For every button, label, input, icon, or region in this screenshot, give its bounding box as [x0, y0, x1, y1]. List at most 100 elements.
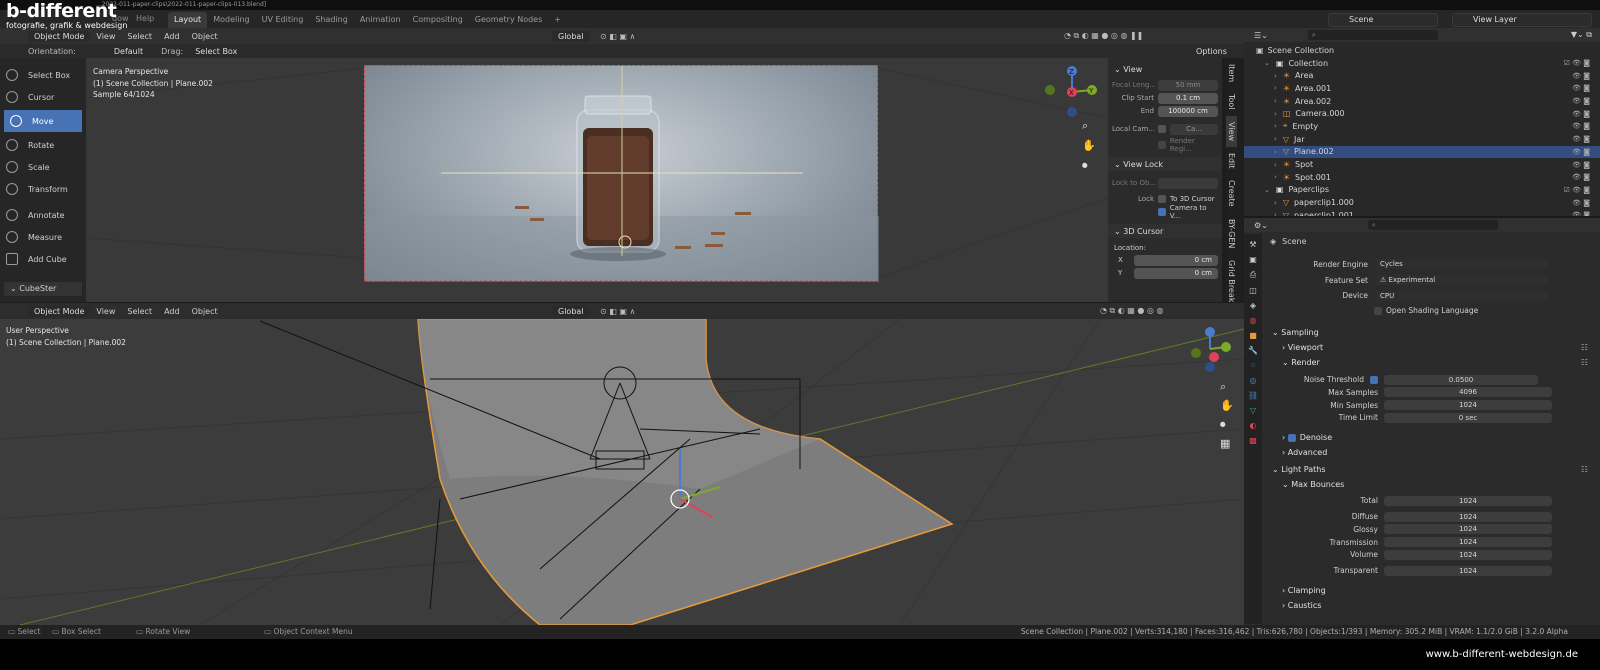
tab-uv-editing[interactable]: UV Editing	[256, 12, 310, 28]
cursor-x-field[interactable]: 0 cm	[1134, 254, 1218, 266]
drag-dropdown[interactable]: Select Box	[189, 45, 244, 57]
constraints-tab-icon[interactable]: ⛓	[1248, 391, 1258, 400]
upper-overlay-icons[interactable]: ◔ ⧉ ◐ ▦ ● ◎ ◍ ❚❚	[1064, 31, 1143, 41]
light-paths-list-icon[interactable]: ☷	[1581, 465, 1588, 474]
visibility-toggle-icon[interactable]: 👁 ◙	[1572, 72, 1590, 80]
visibility-toggle-icon[interactable]: ☑ 👁 ◙	[1564, 186, 1590, 194]
view-layer-tab-icon[interactable]: ◫	[1249, 286, 1257, 295]
expand-arrow-icon[interactable]: ›	[1274, 84, 1277, 92]
feature-set-dropdown[interactable]: ⚠ Experimental	[1374, 275, 1548, 286]
tool-transform[interactable]: Transform	[0, 178, 86, 200]
sampling-header[interactable]: ⌄ Sampling	[1264, 325, 1598, 340]
tool-tab-icon[interactable]: ⚒	[1249, 240, 1256, 249]
view-layer-selector[interactable]: View Layer	[1452, 13, 1592, 27]
tab-view[interactable]: View	[1226, 115, 1237, 147]
outliner-item[interactable]: › ▽ Plane.002 👁 ◙	[1244, 145, 1600, 159]
visibility-toggle-icon[interactable]: 👁 ◙	[1572, 148, 1590, 156]
visibility-toggle-icon[interactable]: 👁 ◙	[1572, 97, 1590, 105]
noise-threshold-checkbox[interactable]	[1370, 375, 1378, 384]
lower-menu-object[interactable]: Object	[192, 307, 218, 316]
render-subheader[interactable]: ⌄ Render ☷	[1264, 355, 1598, 370]
outliner-item[interactable]: › ☀ Spot 👁 ◙	[1244, 158, 1600, 171]
expand-arrow-icon[interactable]: ›	[1274, 199, 1277, 207]
lower-snap-icon[interactable]: ⊙ ◧ ▣ ∧	[600, 307, 635, 316]
outliner-item[interactable]: › ◫ Camera.000 👁 ◙	[1244, 107, 1600, 120]
lower-viewport[interactable]: User Perspective (1) Scene Collection | …	[0, 319, 1244, 625]
min-samples-field[interactable]: 1024	[1384, 400, 1552, 411]
expand-arrow-icon[interactable]: ›	[1274, 122, 1277, 130]
tool-add-cube[interactable]: Add Cube	[0, 248, 86, 270]
lower-orientation-global[interactable]: Global	[552, 305, 590, 317]
clip-start-field[interactable]: 0.1 cm	[1158, 92, 1218, 104]
outliner-item[interactable]: ⌄ ▣ Paperclips ☑ 👁 ◙	[1244, 184, 1600, 197]
lower-camera-view-icon[interactable]: ⏺	[1220, 415, 1234, 434]
cursor-y-field[interactable]: 0 cm	[1134, 267, 1218, 279]
volume-field[interactable]: 1024	[1384, 549, 1552, 560]
upper-menu-add[interactable]: Add	[164, 32, 180, 41]
outliner-root[interactable]: ▣ Scene Collection	[1244, 44, 1600, 57]
render-tab-icon[interactable]: ▣	[1249, 255, 1257, 264]
expand-arrow-icon[interactable]: ⌄	[1264, 186, 1270, 194]
menu-help[interactable]: Help	[136, 14, 154, 23]
visibility-toggle-icon[interactable]: 👁 ◙	[1572, 122, 1590, 130]
lock-to-object-field[interactable]	[1158, 177, 1218, 189]
properties-editor-type-icon[interactable]: ⚙⌄	[1254, 221, 1268, 230]
camera-view-icon[interactable]: ⏺	[1082, 156, 1096, 176]
render-engine-dropdown[interactable]: Cycles	[1374, 259, 1548, 270]
glossy-field[interactable]: 1024	[1384, 524, 1552, 535]
render-region-row[interactable]: Render Regi...	[1112, 137, 1218, 153]
visibility-toggle-icon[interactable]: ☑ 👁 ◙	[1564, 59, 1590, 67]
upper-snap-icon[interactable]: ⊙ ◧ ▣ ∧	[600, 32, 635, 41]
upper-orientation-global[interactable]: Global	[552, 30, 590, 42]
max-bounces-subheader[interactable]: ⌄ Max Bounces	[1264, 477, 1598, 492]
expand-arrow-icon[interactable]: ›	[1274, 135, 1277, 143]
transmission-field[interactable]: 1024	[1384, 537, 1552, 548]
outliner-item[interactable]: › ☀ Area 👁 ◙	[1244, 69, 1600, 82]
orientation-dropdown[interactable]: Default	[107, 45, 150, 57]
light-paths-header[interactable]: ⌄ Light Paths ☷	[1264, 462, 1598, 477]
add-workspace-button[interactable]: +	[548, 12, 567, 28]
diffuse-field[interactable]: 1024	[1384, 511, 1552, 522]
tab-grid-break[interactable]: Grid Break	[1226, 254, 1237, 308]
tool-move[interactable]: Move	[4, 110, 82, 132]
lower-navigation-gizmo[interactable]	[1184, 323, 1244, 383]
tab-shading[interactable]: Shading	[309, 12, 354, 28]
render-list-icon[interactable]: ☷	[1581, 358, 1588, 367]
expand-arrow-icon[interactable]: ›	[1274, 72, 1277, 80]
tab-compositing[interactable]: Compositing	[407, 12, 469, 28]
tool-annotate[interactable]: Annotate	[0, 204, 86, 226]
device-dropdown[interactable]: CPU	[1374, 290, 1548, 301]
outliner-item[interactable]: › ☀ Area.002 👁 ◙	[1244, 95, 1600, 108]
expand-arrow-icon[interactable]: ›	[1274, 148, 1277, 156]
expand-arrow-icon[interactable]: ›	[1274, 173, 1277, 181]
properties-search-input[interactable]: ⌕	[1367, 220, 1498, 230]
outliner-item[interactable]: › ☀ Spot.001 👁 ◙	[1244, 171, 1600, 184]
visibility-toggle-icon[interactable]: 👁 ◙	[1572, 173, 1590, 181]
outliner-item[interactable]: ⌄ ▣ Collection ☑ 👁 ◙	[1244, 57, 1600, 70]
lower-grid-icon[interactable]: ▦	[1220, 434, 1234, 453]
camera-to-view-checkbox[interactable]	[1158, 208, 1166, 216]
lower-nav-buttons[interactable]: ⌕ ✋ ⏺ ▦	[1220, 377, 1234, 453]
expand-arrow-icon[interactable]: ›	[1274, 97, 1277, 105]
lower-mode-dropdown[interactable]: Object Mode	[28, 305, 91, 317]
tool-cursor[interactable]: Cursor	[0, 86, 86, 108]
advanced-subheader[interactable]: › Advanced	[1264, 445, 1598, 460]
view-lock-header[interactable]: ⌄ View Lock	[1108, 157, 1222, 171]
tab-by-gen[interactable]: BY-GEN	[1226, 213, 1237, 254]
expand-arrow-icon[interactable]: ›	[1274, 161, 1277, 169]
local-camera-field[interactable]: Ca...	[1170, 123, 1218, 135]
lower-overlay-icons[interactable]: ◔ ⧉ ◐ ▦ ● ◎ ◍	[1100, 306, 1163, 316]
lower-menu-select[interactable]: Select	[127, 307, 152, 316]
outliner-item[interactable]: › ▽ Jar 👁 ◙	[1244, 133, 1600, 146]
tab-layout[interactable]: Layout	[168, 12, 208, 28]
tool-scale[interactable]: Scale	[0, 156, 86, 178]
upper-viewport[interactable]: Camera Perspective (1) Scene Collection …	[86, 58, 1108, 302]
local-camera-checkbox[interactable]	[1158, 125, 1166, 133]
tab-edit[interactable]: Edit	[1226, 147, 1237, 175]
caustics-subheader[interactable]: › Caustics	[1264, 598, 1598, 613]
transparent-field[interactable]: 1024	[1384, 565, 1552, 576]
upper-nav-buttons[interactable]: ⌕ ✋ ⏺	[1082, 116, 1096, 176]
object-tab-icon[interactable]: ■	[1249, 331, 1257, 340]
tab-geometry-nodes[interactable]: Geometry Nodes	[469, 12, 548, 28]
options-button[interactable]: Options	[1190, 45, 1233, 57]
